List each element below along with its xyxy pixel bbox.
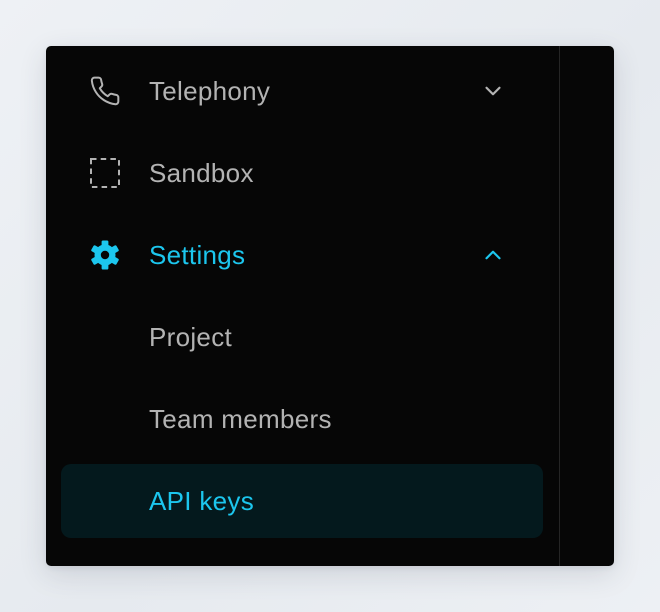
sidebar-item-label: Telephony (149, 76, 271, 106)
sidebar-item-sandbox[interactable]: Sandbox (61, 136, 543, 210)
chevron-down-icon[interactable] (480, 78, 506, 104)
sidebar-item-label: Project (149, 322, 233, 352)
sidebar-subitem-api-keys[interactable]: API keys (61, 464, 543, 538)
dashed-square-icon (89, 157, 121, 189)
sidebar-item-settings[interactable]: Settings (61, 218, 543, 292)
sidebar-panel: Telephony Sandbox Settings Project Team … (46, 46, 614, 566)
sidebar-item-telephony[interactable]: Telephony (61, 54, 543, 128)
sidebar-item-label: Sandbox (149, 158, 254, 188)
sidebar-item-label: Settings (149, 240, 246, 270)
sidebar-item-label: API keys (149, 486, 254, 516)
panel-divider (559, 46, 560, 566)
chevron-up-icon[interactable] (480, 242, 506, 268)
gear-icon (89, 239, 121, 271)
phone-icon (89, 75, 121, 107)
sidebar-item-label: Team members (149, 404, 332, 434)
sidebar-subitem-project[interactable]: Project (61, 300, 543, 374)
sidebar-subitem-team-members[interactable]: Team members (61, 382, 543, 456)
